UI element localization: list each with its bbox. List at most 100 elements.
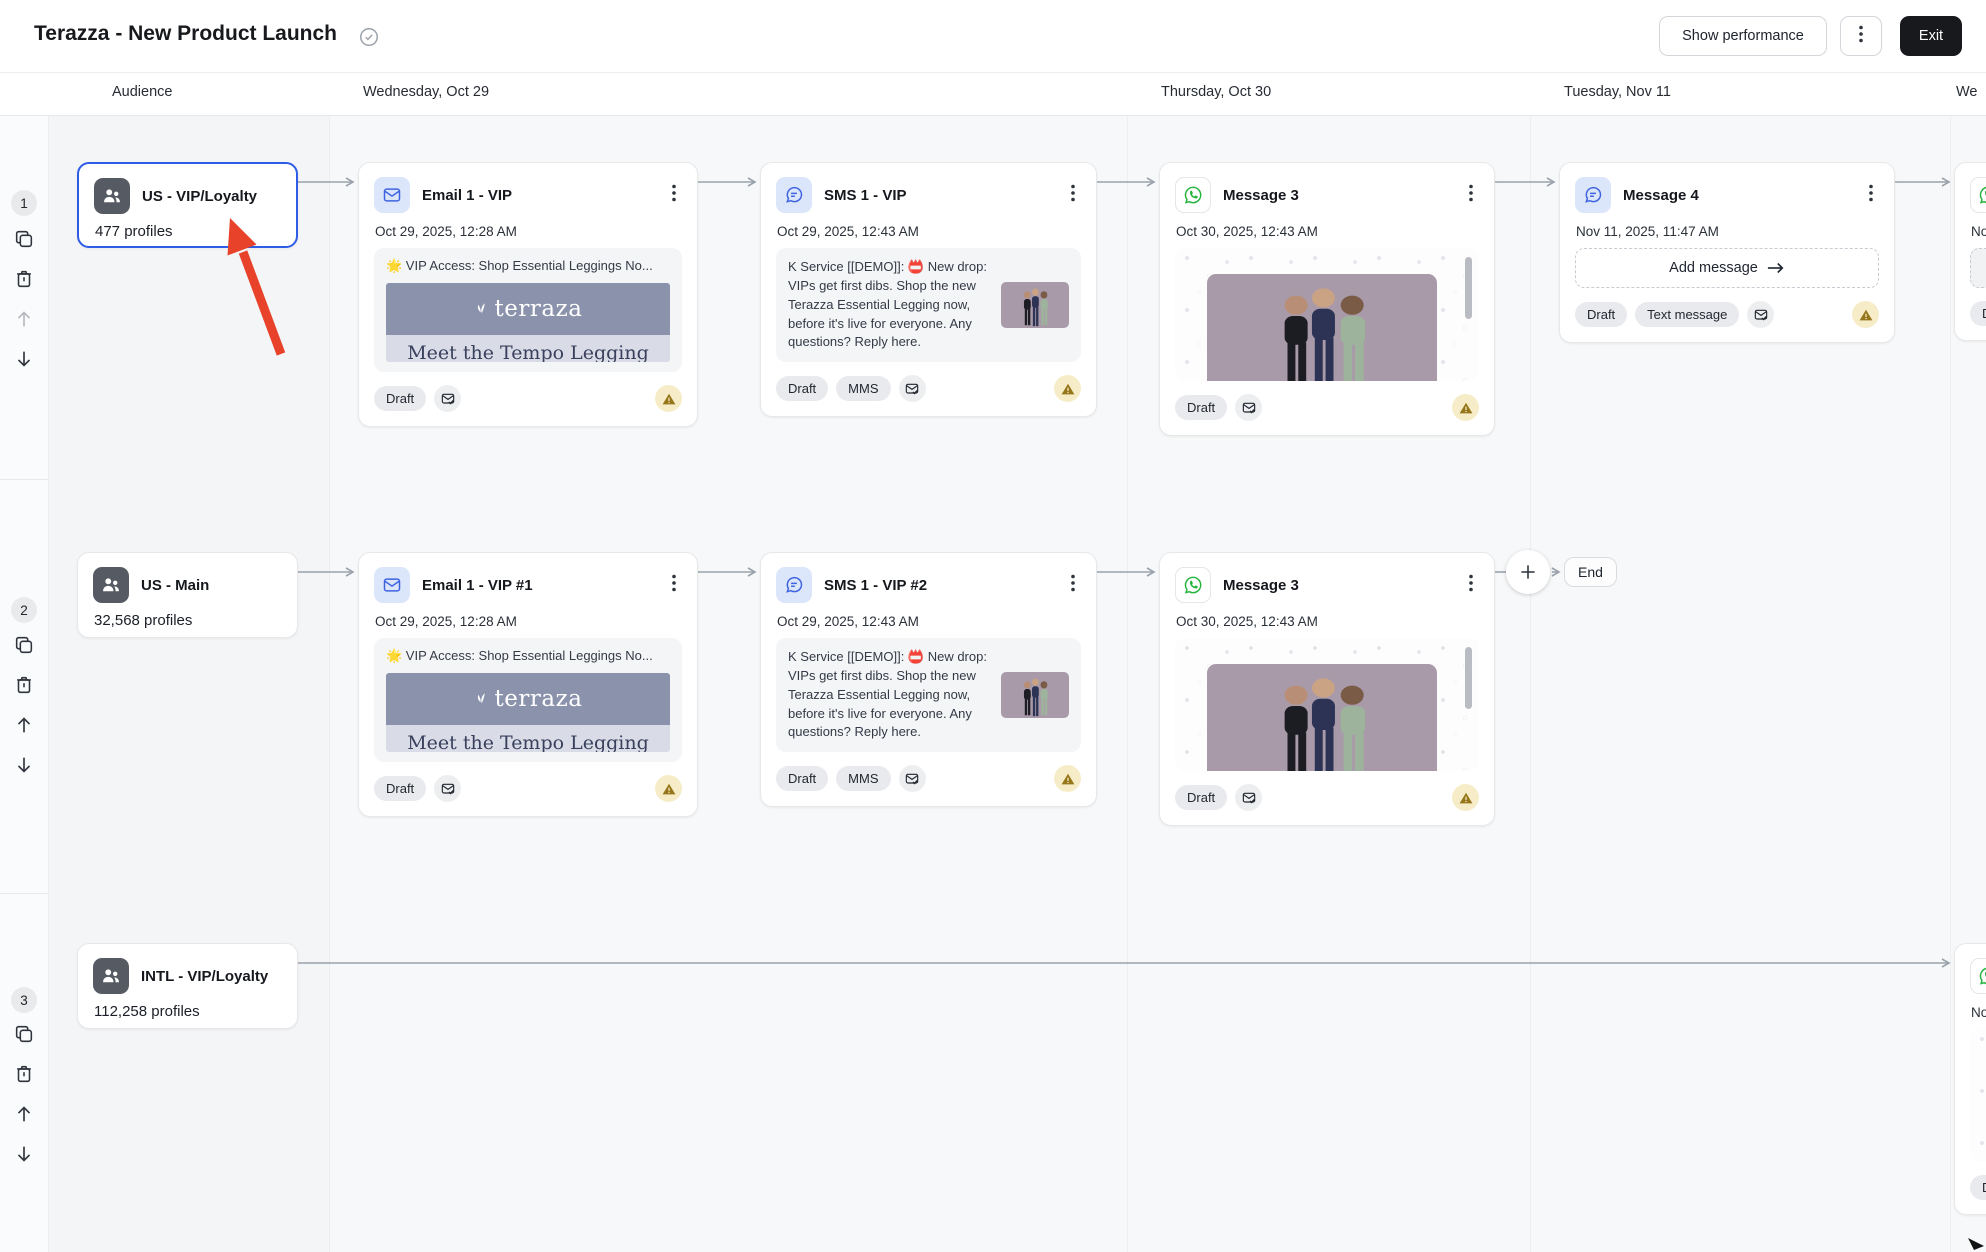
preview-scrollbar[interactable] [1465, 257, 1472, 319]
message-card-partial-right[interactable]: No D [1954, 162, 1986, 341]
move-row-down-button[interactable] [6, 348, 42, 370]
more-options-button[interactable] [1840, 16, 1882, 56]
preview-scrollbar[interactable] [1465, 647, 1472, 709]
page-title: Terazza - New Product Launch [34, 22, 337, 46]
status-badge: D [1970, 301, 1986, 326]
row-number-badge: 2 [6, 597, 42, 623]
move-row-up-button[interactable] [6, 1103, 42, 1125]
warning-icon [655, 385, 682, 412]
email-preview: 🌟 VIP Access: Shop Essential Leggings No… [374, 248, 682, 372]
card-menu-kebab-icon[interactable] [666, 574, 682, 597]
audience-name: INTL - VIP/Loyalty [141, 968, 282, 985]
move-row-up-button[interactable] [6, 308, 42, 330]
envelope-check-icon [434, 775, 461, 802]
delete-row-button[interactable] [6, 1063, 42, 1085]
sms-icon [1575, 177, 1611, 213]
sms-message-text: K Service [[DEMO]]: 📛 New drop: VIPs get… [788, 258, 991, 352]
audience-card-intl-vip-loyalty[interactable]: INTL - VIP/Loyalty 112,258 profiles [77, 943, 298, 1029]
duplicate-row-button[interactable] [6, 228, 42, 250]
audience-people-icon [94, 178, 130, 214]
message-card-partial-right-row3[interactable]: No D [1954, 943, 1986, 1215]
duplicate-row-button[interactable] [6, 634, 42, 656]
card-timestamp: Oct 29, 2025, 12:28 AM [375, 614, 681, 629]
plus-icon [1518, 562, 1538, 582]
audience-profile-count: 112,258 profiles [94, 1003, 282, 1020]
status-badge: Draft [374, 776, 426, 801]
sms-icon [776, 177, 812, 213]
message-card-email-1-vip-1[interactable]: Email 1 - VIP #1 Oct 29, 2025, 12:28 AM … [358, 552, 698, 817]
audience-people-icon [93, 958, 129, 994]
card-timestamp: Oct 30, 2025, 12:43 AM [1176, 224, 1478, 239]
top-bar: Terazza - New Product Launch Show perfor… [0, 0, 1986, 72]
card-menu-kebab-icon[interactable] [666, 184, 682, 207]
brand-logo-text: terraza [495, 686, 583, 712]
audience-profile-count: 477 profiles [95, 223, 281, 240]
message-card-message-4[interactable]: Message 4 Nov 11, 2025, 11:47 AM Add mes… [1559, 162, 1895, 343]
envelope-check-icon [899, 375, 926, 402]
sms-message-text: K Service [[DEMO]]: 📛 New drop: VIPs get… [788, 648, 991, 742]
audience-people-icon [93, 567, 129, 603]
card-timestamp: Oct 30, 2025, 12:43 AM [1176, 614, 1478, 629]
rail-row-divider [0, 893, 48, 894]
add-message-button[interactable]: Add message [1575, 248, 1879, 288]
whatsapp-icon [1175, 177, 1211, 213]
message-type-badge: MMS [836, 376, 890, 401]
card-menu-kebab-icon[interactable] [1463, 184, 1479, 207]
campaign-flow-builder: Terazza - New Product Launch Show perfor… [0, 0, 1986, 1252]
warning-icon [655, 775, 682, 802]
move-row-down-button[interactable] [6, 754, 42, 776]
card-title: SMS 1 - VIP #2 [824, 577, 1053, 594]
row-number-badge: 3 [6, 987, 42, 1013]
message-card-sms-1-vip-2[interactable]: SMS 1 - VIP #2 Oct 29, 2025, 12:43 AM K … [760, 552, 1097, 807]
check-circle-icon [358, 26, 380, 48]
whatsapp-preview [1970, 1029, 1986, 1162]
card-menu-kebab-icon[interactable] [1065, 574, 1081, 597]
warning-icon [1054, 375, 1081, 402]
delete-row-button[interactable] [6, 674, 42, 696]
message-card-email-1-vip[interactable]: Email 1 - VIP Oct 29, 2025, 12:28 AM 🌟 V… [358, 162, 698, 427]
whatsapp-image-thumbnail [1207, 664, 1437, 771]
terraza-leaf-logo-icon [474, 689, 488, 710]
card-timestamp: Oct 29, 2025, 12:43 AM [777, 614, 1080, 629]
card-menu-kebab-icon[interactable] [1065, 184, 1081, 207]
brand-logo-text: terraza [495, 296, 583, 322]
card-timestamp: Oct 29, 2025, 12:43 AM [777, 224, 1080, 239]
duplicate-row-button[interactable] [6, 1023, 42, 1045]
column-divider [1530, 72, 1531, 1252]
column-header-wednesday: Wednesday, Oct 29 [363, 84, 489, 100]
warning-icon [1054, 765, 1081, 792]
card-menu-kebab-icon[interactable] [1463, 574, 1479, 597]
card-timestamp: Nov 11, 2025, 11:47 AM [1576, 224, 1878, 239]
audience-column-background [48, 114, 329, 1252]
rail-row-divider [0, 479, 48, 480]
email-hero-headline: Meet the Tempo Legging [407, 732, 649, 752]
add-step-button[interactable] [1506, 550, 1550, 594]
audience-card-us-vip-loyalty[interactable]: US - VIP/Loyalty 477 profiles [77, 162, 298, 248]
status-badge: Draft [374, 386, 426, 411]
email-icon [374, 567, 410, 603]
move-row-down-button[interactable] [6, 1143, 42, 1165]
message-card-whatsapp-message-3-row2[interactable]: Message 3 Oct 30, 2025, 12:43 AM Draft [1159, 552, 1495, 826]
message-card-whatsapp-message-3[interactable]: Message 3 Oct 30, 2025, 12:43 AM Draft [1159, 162, 1495, 436]
delete-row-button[interactable] [6, 268, 42, 290]
envelope-check-icon [1235, 784, 1262, 811]
show-performance-button[interactable]: Show performance [1659, 16, 1827, 56]
arrow-right-icon [1767, 261, 1785, 275]
move-row-up-button[interactable] [6, 714, 42, 736]
exit-button[interactable]: Exit [1900, 16, 1962, 56]
card-menu-kebab-icon[interactable] [1863, 184, 1879, 207]
status-badge: Draft [1175, 395, 1227, 420]
status-badge: Draft [1175, 785, 1227, 810]
warning-icon [1452, 394, 1479, 421]
card-title: Message 3 [1223, 577, 1451, 594]
status-badge: Draft [776, 766, 828, 791]
card-title: Email 1 - VIP [422, 187, 654, 204]
audience-card-us-main[interactable]: US - Main 32,568 profiles [77, 552, 298, 638]
email-hero-headline: Meet the Tempo Legging [407, 342, 649, 362]
column-header-tuesday: Tuesday, Nov 11 [1564, 84, 1671, 100]
add-message-button[interactable] [1970, 248, 1986, 288]
card-title: SMS 1 - VIP [824, 187, 1053, 204]
message-type-badge: Text message [1635, 302, 1739, 327]
message-card-sms-1-vip[interactable]: SMS 1 - VIP Oct 29, 2025, 12:43 AM K Ser… [760, 162, 1097, 417]
sms-preview: K Service [[DEMO]]: 📛 New drop: VIPs get… [776, 248, 1081, 362]
